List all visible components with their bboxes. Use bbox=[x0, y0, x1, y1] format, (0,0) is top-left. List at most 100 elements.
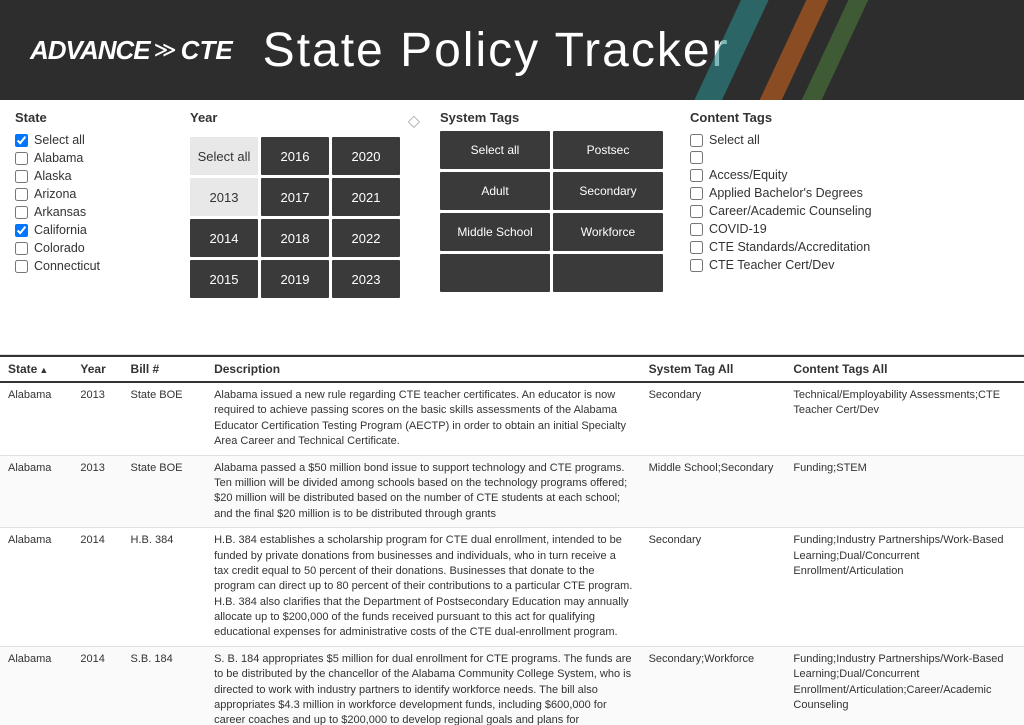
data-table: State▲YearBill #DescriptionSystem Tag Al… bbox=[0, 357, 1024, 725]
year-cell[interactable]: 2020 bbox=[332, 137, 400, 175]
system-tag-cell[interactable]: Postsec bbox=[553, 131, 663, 169]
system-tag-cell[interactable]: Adult bbox=[440, 172, 550, 210]
state-checkbox[interactable] bbox=[15, 152, 28, 165]
state-list[interactable]: Select all Alabama Alaska Arizona Arkansas Ca… bbox=[15, 131, 170, 346]
content-tag-item[interactable] bbox=[690, 149, 990, 166]
system-tags-grid: Select allPostsecAdultSecondaryMiddle Sc… bbox=[440, 131, 670, 292]
content-tag-label: Select all bbox=[709, 133, 760, 147]
logo-area: ADVANCE ≫ CTE bbox=[30, 35, 233, 66]
table-header-system-tag-all[interactable]: System Tag All bbox=[641, 357, 786, 382]
table-cell: Secondary bbox=[641, 382, 786, 455]
content-tag-item[interactable]: COVID-19 bbox=[690, 220, 990, 238]
year-cell[interactable]: 2013 bbox=[190, 178, 258, 216]
table-cell: 2014 bbox=[72, 528, 122, 647]
state-checkbox[interactable] bbox=[15, 206, 28, 219]
content-tag-checkbox[interactable] bbox=[690, 169, 703, 182]
table-cell: Alabama issued a new rule regarding CTE … bbox=[206, 382, 641, 455]
table-cell: State BOE bbox=[123, 382, 207, 455]
table-row: Alabama2013State BOEAlabama issued a new… bbox=[0, 382, 1024, 455]
data-table-container[interactable]: State▲YearBill #DescriptionSystem Tag Al… bbox=[0, 355, 1024, 725]
year-cell[interactable]: 2015 bbox=[190, 260, 258, 298]
state-list-item[interactable]: Alabama bbox=[15, 149, 170, 167]
table-cell: 2013 bbox=[72, 382, 122, 455]
state-label: California bbox=[34, 223, 87, 237]
year-cell[interactable]: 2023 bbox=[332, 260, 400, 298]
state-checkbox[interactable] bbox=[15, 188, 28, 201]
content-tags-list: Select all Access/Equity Applied Bachelor'… bbox=[690, 131, 990, 274]
content-tag-label: Access/Equity bbox=[709, 168, 788, 182]
table-header-bill-#[interactable]: Bill # bbox=[123, 357, 207, 382]
state-checkbox[interactable] bbox=[15, 170, 28, 183]
state-label: Arkansas bbox=[34, 205, 86, 219]
table-row: Alabama2013State BOEAlabama passed a $50… bbox=[0, 455, 1024, 528]
content-tag-item[interactable]: Applied Bachelor's Degrees bbox=[690, 184, 990, 202]
table-row: Alabama2014S.B. 184S. B. 184 appropriate… bbox=[0, 646, 1024, 725]
content-tag-item[interactable]: CTE Standards/Accreditation bbox=[690, 238, 990, 256]
year-cell[interactable]: 2021 bbox=[332, 178, 400, 216]
system-tag-cell[interactable]: Select all bbox=[440, 131, 550, 169]
content-tag-checkbox[interactable] bbox=[690, 151, 703, 164]
table-header-state[interactable]: State▲ bbox=[0, 357, 72, 382]
state-list-item[interactable]: Arizona bbox=[15, 185, 170, 203]
content-tag-checkbox[interactable] bbox=[690, 259, 703, 272]
content-tag-label: CTE Teacher Cert/Dev bbox=[709, 258, 835, 272]
table-cell: Alabama bbox=[0, 528, 72, 647]
state-list-item[interactable]: Connecticut bbox=[15, 257, 170, 275]
diamond-icon[interactable]: ◇ bbox=[408, 111, 420, 131]
table-cell: Funding;STEM bbox=[785, 455, 1024, 528]
year-cell[interactable]: 2017 bbox=[261, 178, 329, 216]
state-list-item[interactable]: Select all bbox=[15, 131, 170, 149]
table-cell: State BOE bbox=[123, 455, 207, 528]
content-tag-checkbox[interactable] bbox=[690, 223, 703, 236]
year-filter-label: Year bbox=[190, 110, 217, 125]
table-cell: Middle School;Secondary bbox=[641, 455, 786, 528]
system-tags-filter-label: System Tags bbox=[440, 110, 670, 125]
year-cell[interactable]: 2014 bbox=[190, 219, 258, 257]
state-checkbox[interactable] bbox=[15, 224, 28, 237]
system-tag-cell[interactable]: Secondary bbox=[553, 172, 663, 210]
system-tag-cell[interactable]: Workforce bbox=[553, 213, 663, 251]
state-list-item[interactable]: Arkansas bbox=[15, 203, 170, 221]
table-cell: Funding;Industry Partnerships/Work-Based… bbox=[785, 528, 1024, 647]
table-header-content-tags-all[interactable]: Content Tags All bbox=[785, 357, 1024, 382]
year-cell[interactable]: 2016 bbox=[261, 137, 329, 175]
state-list-item[interactable]: California bbox=[15, 221, 170, 239]
system-tag-cell[interactable]: Middle School bbox=[440, 213, 550, 251]
table-cell: S.B. 184 bbox=[123, 646, 207, 725]
system-tag-cell[interactable] bbox=[553, 254, 663, 292]
content-tags-filter-column: Content Tags Select allAccess/EquityAppl… bbox=[690, 110, 990, 346]
content-tag-item[interactable]: Select all bbox=[690, 131, 990, 149]
table-header-year[interactable]: Year bbox=[72, 357, 122, 382]
table-cell: H.B. 384 establishes a scholarship progr… bbox=[206, 528, 641, 647]
system-tags-filter-column: System Tags Select allPostsecAdultSecond… bbox=[440, 110, 670, 346]
table-header-description[interactable]: Description bbox=[206, 357, 641, 382]
state-list-item[interactable]: Colorado bbox=[15, 239, 170, 257]
year-cell[interactable]: 2022 bbox=[332, 219, 400, 257]
state-filter-column: State Select allAlabamaAlaskaArizonaArka… bbox=[15, 110, 170, 346]
table-cell: Alabama bbox=[0, 382, 72, 455]
state-label: Alabama bbox=[34, 151, 83, 165]
year-cell[interactable]: 2018 bbox=[261, 219, 329, 257]
table-cell: Funding;Industry Partnerships/Work-Based… bbox=[785, 646, 1024, 725]
content-tag-label: CTE Standards/Accreditation bbox=[709, 240, 870, 254]
table-cell: Technical/Employability Assessments;CTE … bbox=[785, 382, 1024, 455]
year-cell[interactable]: 2019 bbox=[261, 260, 329, 298]
state-checkbox[interactable] bbox=[15, 260, 28, 273]
system-tag-cell[interactable] bbox=[440, 254, 550, 292]
content-tag-label: Applied Bachelor's Degrees bbox=[709, 186, 863, 200]
year-cell[interactable]: Select all bbox=[190, 137, 258, 175]
state-checkbox[interactable] bbox=[15, 134, 28, 147]
content-tag-checkbox[interactable] bbox=[690, 187, 703, 200]
content-tag-checkbox[interactable] bbox=[690, 205, 703, 218]
state-label: Alaska bbox=[34, 169, 72, 183]
state-checkbox[interactable] bbox=[15, 242, 28, 255]
content-tag-checkbox[interactable] bbox=[690, 134, 703, 147]
table-cell: S. B. 184 appropriates $5 million for du… bbox=[206, 646, 641, 725]
logo-arrows-icon: ≫ bbox=[154, 37, 177, 63]
content-tag-item[interactable]: Access/Equity bbox=[690, 166, 990, 184]
content-tag-checkbox[interactable] bbox=[690, 241, 703, 254]
state-list-item[interactable]: Alaska bbox=[15, 167, 170, 185]
content-tag-item[interactable]: CTE Teacher Cert/Dev bbox=[690, 256, 990, 274]
content-tag-item[interactable]: Career/Academic Counseling bbox=[690, 202, 990, 220]
app-header: ADVANCE ≫ CTE State Policy Tracker bbox=[0, 0, 1024, 100]
